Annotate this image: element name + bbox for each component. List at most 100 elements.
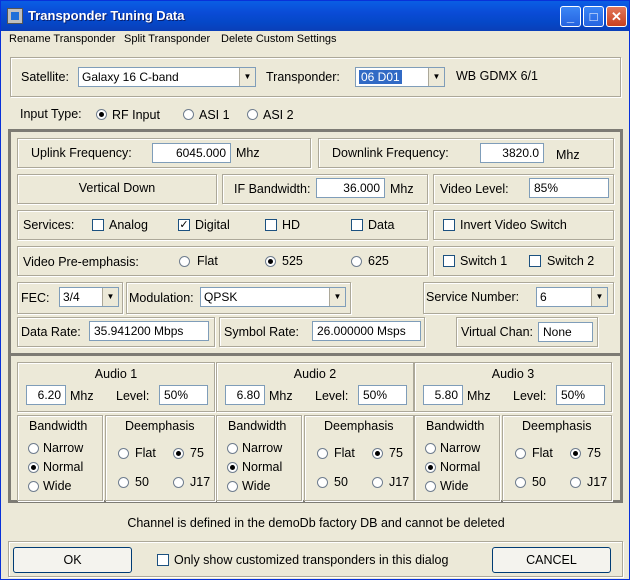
modulation-value: QPSK bbox=[204, 290, 238, 304]
service-number-label: Service Number: bbox=[426, 290, 520, 304]
input-rf-label: RF Input bbox=[112, 108, 160, 122]
transponder-value: 06 D01 bbox=[359, 70, 402, 84]
video-level-input[interactable]: 85% bbox=[529, 178, 609, 198]
audio-3-bandwidth-normal-radio[interactable] bbox=[425, 462, 436, 473]
switch1-checkbox[interactable] bbox=[443, 255, 455, 267]
audio-3-deemph-75-radio[interactable] bbox=[570, 448, 581, 459]
audio-1-bandwidth-wide-label: Wide bbox=[43, 479, 72, 493]
audio-2-deemph-75-radio[interactable] bbox=[372, 448, 383, 459]
symbol-rate-input[interactable]: 26.000000 Msps bbox=[312, 321, 421, 341]
audio-2-level-label: Level: bbox=[315, 389, 349, 403]
audio-3-deemph-j17-radio[interactable] bbox=[570, 477, 581, 488]
preemph-flat-radio[interactable] bbox=[179, 256, 190, 267]
fec-label: FEC: bbox=[21, 291, 50, 305]
chevron-down-icon[interactable]: ▼ bbox=[102, 288, 118, 306]
switch2-checkbox[interactable] bbox=[529, 255, 541, 267]
if-bandwidth-input[interactable]: 36.000 bbox=[316, 178, 385, 198]
fec-select[interactable]: 3/4 ▼ bbox=[59, 287, 119, 307]
chevron-down-icon[interactable]: ▼ bbox=[591, 288, 607, 306]
data-rate-input[interactable]: 35.941200 Mbps bbox=[89, 321, 209, 341]
preemph-625-label: 625 bbox=[368, 254, 389, 268]
audio-1-freq-input[interactable]: 6.20 bbox=[26, 385, 66, 405]
if-bandwidth-label: IF Bandwidth: bbox=[234, 182, 311, 196]
audio-3-deemph-50-radio[interactable] bbox=[515, 477, 526, 488]
menu-split-transponder[interactable]: Split Transponder bbox=[124, 33, 210, 45]
preemph-525-radio[interactable] bbox=[265, 256, 276, 267]
audio-2-deemph-flat-radio[interactable] bbox=[317, 448, 328, 459]
downlink-label: Downlink Frequency: bbox=[332, 146, 449, 160]
menu-delete-custom-settings[interactable]: Delete Custom Settings bbox=[221, 33, 337, 45]
audio-1-deemph-j17-radio[interactable] bbox=[173, 477, 184, 488]
switch1-label: Switch 1 bbox=[460, 254, 508, 268]
audio-3-deemph-label: Deemphasis bbox=[522, 419, 592, 433]
virtual-chan-label: Virtual Chan: bbox=[461, 325, 534, 339]
transponder-select[interactable]: 06 D01 ▼ bbox=[355, 67, 445, 87]
chevron-down-icon[interactable]: ▼ bbox=[239, 68, 255, 86]
title-bar[interactable]: Transponder Tuning Data _ □ ✕ bbox=[1, 1, 629, 31]
invert-video-checkbox[interactable] bbox=[443, 219, 455, 231]
input-asi2-radio[interactable] bbox=[247, 109, 258, 120]
chevron-down-icon[interactable]: ▼ bbox=[428, 68, 444, 86]
input-rf-radio[interactable] bbox=[96, 109, 107, 120]
data-checkbox[interactable] bbox=[351, 219, 363, 231]
hd-checkbox[interactable] bbox=[265, 219, 277, 231]
if-bandwidth-unit: Mhz bbox=[390, 182, 414, 196]
audio-3-bandwidth-narrow-radio[interactable] bbox=[425, 443, 436, 454]
audio-2-level-input[interactable]: 50% bbox=[358, 385, 407, 405]
transponder-label: Transponder: bbox=[266, 70, 340, 84]
chevron-down-icon[interactable]: ▼ bbox=[329, 288, 345, 306]
audio-1-bandwidth-wide-radio[interactable] bbox=[28, 481, 39, 492]
menu-rename-transponder[interactable]: Rename Transponder bbox=[9, 33, 115, 45]
audio-3-bandwidth-narrow-label: Narrow bbox=[440, 441, 481, 455]
digital-checkbox[interactable]: ✓ bbox=[178, 219, 190, 231]
preemphasis-label: Video Pre-emphasis: bbox=[23, 255, 139, 269]
close-button[interactable]: ✕ bbox=[606, 6, 627, 27]
input-asi2-label: ASI 2 bbox=[263, 108, 294, 122]
audio-1-bandwidth-normal-radio[interactable] bbox=[28, 462, 39, 473]
satellite-label: Satellite: bbox=[21, 70, 69, 84]
only-custom-label: Only show customized transponders in thi… bbox=[174, 553, 449, 567]
hd-label: HD bbox=[282, 218, 301, 232]
service-number-value: 6 bbox=[540, 290, 547, 304]
audio-1-bandwidth-narrow-radio[interactable] bbox=[28, 443, 39, 454]
downlink-input[interactable]: 3820.0 bbox=[480, 143, 544, 163]
analog-label: Analog bbox=[109, 218, 148, 232]
cancel-button[interactable]: CANCEL bbox=[492, 547, 611, 573]
audio-1-bandwidth-normal-label: Normal bbox=[43, 460, 84, 474]
audio-3-freq-input[interactable]: 5.80 bbox=[423, 385, 463, 405]
audio-3-bandwidth-wide-radio[interactable] bbox=[425, 481, 436, 492]
audio-2-deemph-j17-radio[interactable] bbox=[372, 477, 383, 488]
audio-1-deemph-50-radio[interactable] bbox=[118, 477, 129, 488]
virtual-chan-input[interactable]: None bbox=[538, 322, 593, 342]
audio-2-deemph-50-radio[interactable] bbox=[317, 477, 328, 488]
audio-1-deemph-flat-radio[interactable] bbox=[118, 448, 129, 459]
input-asi1-radio[interactable] bbox=[183, 109, 194, 120]
audio-3-level-input[interactable]: 50% bbox=[556, 385, 605, 405]
analog-checkbox[interactable] bbox=[92, 219, 104, 231]
ok-button[interactable]: OK bbox=[13, 547, 132, 573]
audio-3-deemph-flat-label: Flat bbox=[532, 446, 553, 460]
transponder-description: WB GDMX 6/1 bbox=[456, 69, 538, 83]
service-number-select[interactable]: 6 ▼ bbox=[536, 287, 608, 307]
audio-2-bandwidth-label: Bandwidth bbox=[228, 419, 287, 433]
uplink-input[interactable]: 6045.000 bbox=[152, 143, 231, 163]
satellite-select[interactable]: Galaxy 16 C-band ▼ bbox=[78, 67, 256, 87]
audio-2-bandwidth-narrow-radio[interactable] bbox=[227, 443, 238, 454]
preemph-flat-label: Flat bbox=[197, 254, 218, 268]
audio-1-deemph-75-radio[interactable] bbox=[173, 448, 184, 459]
preemph-625-radio[interactable] bbox=[351, 256, 362, 267]
audio-1-deemph-j17-label: J17 bbox=[190, 475, 211, 489]
audio-2-bandwidth-wide-radio[interactable] bbox=[227, 481, 238, 492]
audio-1-bandwidth-narrow-label: Narrow bbox=[43, 441, 84, 455]
audio-1-level-label: Level: bbox=[116, 389, 150, 403]
data-label: Data bbox=[368, 218, 395, 232]
audio-2-bandwidth-normal-radio[interactable] bbox=[227, 462, 238, 473]
only-custom-checkbox[interactable] bbox=[157, 554, 169, 566]
audio-1-level-input[interactable]: 50% bbox=[159, 385, 208, 405]
minimize-button[interactable]: _ bbox=[560, 6, 581, 27]
maximize-button[interactable]: □ bbox=[583, 6, 604, 27]
modulation-select[interactable]: QPSK ▼ bbox=[200, 287, 346, 307]
audio-3-deemph-flat-radio[interactable] bbox=[515, 448, 526, 459]
fec-value: 3/4 bbox=[63, 290, 80, 304]
audio-2-freq-input[interactable]: 6.80 bbox=[225, 385, 265, 405]
